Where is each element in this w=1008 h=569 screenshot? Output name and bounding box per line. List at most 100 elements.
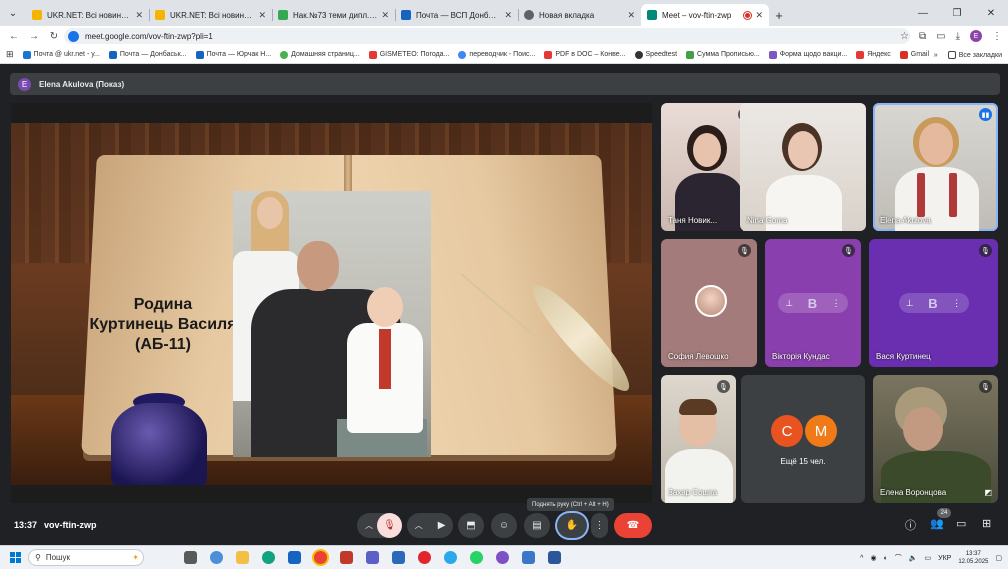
more-options-icon[interactable]: ⋮ [832,298,841,309]
language-indicator[interactable]: УКР [938,555,951,562]
widgets-icon[interactable] [210,551,223,564]
participant-avatar: М [805,415,837,447]
tray-overflow-icon[interactable]: ^ [860,555,863,562]
mic-toggle-button[interactable]: 🎙 [377,513,402,538]
more-options-icon[interactable]: ⋮ [952,298,961,309]
more-participants-tile[interactable]: С М Ещё 15 чел. [741,375,865,503]
bookmark-item[interactable]: Яндекс [856,50,891,59]
chat-icon[interactable]: ▭ [956,517,966,530]
bookmark-item[interactable]: PDF в DOC – Конве... [544,50,626,59]
bookmark-item[interactable]: Почта — Юрчак Н... [195,50,271,59]
paint-icon[interactable] [340,551,353,564]
participant-count-badge: 24 [937,508,951,518]
opera-icon[interactable] [418,551,431,564]
bookmark-item[interactable]: Speedtest [634,50,677,59]
close-tab-icon[interactable]: ✕ [258,10,266,21]
profile-avatar[interactable]: E [970,30,982,42]
bookmark-item[interactable]: Почта @ ukr.net - у... [22,50,100,59]
participant-tile[interactable]: 🎙 Елена Воронцова ◩ [873,375,998,503]
participant-tile-active-speaker[interactable]: ▮▮ Elena Akulova [873,103,998,231]
notifications-icon[interactable]: ▢ [995,554,1002,562]
close-tab-icon[interactable]: ✕ [381,10,389,21]
participant-tile[interactable]: Nina Goma [740,103,866,231]
meeting-info-icon[interactable]: ⓘ [905,517,916,533]
browser-tab[interactable]: UKR.NET: Всі новини України, ✕ [26,4,149,26]
browser-tab[interactable]: Нак.№73 теми дипл. проектів✕ [272,4,395,26]
activities-icon[interactable]: ⊞ [982,517,991,530]
bookmark-item[interactable]: Gmail [899,50,929,59]
bookmarks-overflow-icon[interactable]: » [934,52,938,59]
downloads-icon[interactable]: ⤓ [956,31,960,42]
all-bookmarks-folder[interactable]: Все закладки [947,51,1002,59]
word-icon[interactable] [548,551,561,564]
participant-tile[interactable]: 🎙 София Левошко [661,239,757,367]
close-tab-icon[interactable]: ✕ [755,10,763,21]
bookmark-item[interactable]: переводчик - Поис... [458,50,535,59]
url-input[interactable]: meet.google.com/vov-ftin-zwp?pli=1 [64,28,910,44]
shared-screen[interactable]: Родина Куртинець Василя (АБ-11) [11,103,652,503]
pin-icon[interactable]: ⊥ [906,298,914,309]
teams-icon[interactable] [366,551,379,564]
pin-icon[interactable]: ⊥ [785,298,793,309]
participant-tile[interactable]: 🎙 Захар Сошка [661,375,736,503]
present-screen-button[interactable]: ⬒ [458,513,484,538]
mic-off-icon: 🎙 [738,244,751,257]
chrome-icon[interactable] [314,551,327,564]
telegram-icon[interactable] [444,551,457,564]
reactions-button[interactable]: ☺ [491,513,517,538]
forward-icon[interactable]: → [24,31,44,42]
tray-app-icon[interactable]: ◐ [884,555,888,562]
back-icon[interactable]: ← [4,31,24,42]
browser-tab[interactable]: Почта — ВСП Донбаський агр✕ [395,4,518,26]
bookmark-star-icon[interactable]: ☆ [900,31,909,42]
video-settings-button[interactable]: ︿ ▶ [407,513,453,538]
volume-icon[interactable]: 🔈 [909,554,918,562]
whatsapp-icon[interactable] [470,551,483,564]
calculator-icon[interactable] [392,551,405,564]
tab-search-icon[interactable]: ⌄ [0,0,26,26]
bookmark-item[interactable]: Форма щодо вакци... [768,50,847,59]
minimize-icon[interactable]: — [906,0,940,26]
bookmark-item[interactable]: Домашняя страниц... [280,50,360,59]
tile-expand-icon[interactable]: ◩ [984,488,992,497]
raise-hand-button[interactable]: ✋ [557,513,587,538]
apps-grid-icon[interactable]: ⊞ [6,49,14,60]
close-tab-icon[interactable]: ✕ [627,10,635,21]
bookmark-item[interactable]: Почта — Донбаськ... [108,50,187,59]
participant-tile[interactable]: ⊥ B ⋮ 🎙 Вася Куртинец [869,239,998,367]
browser-tab-active[interactable]: Meet – vov-ftin-zwp ✕ [641,4,769,26]
close-window-icon[interactable]: ✕ [974,0,1008,26]
site-info-icon[interactable] [68,30,79,42]
captions-button[interactable]: ▤ [524,513,550,538]
close-tab-icon[interactable]: ✕ [504,10,512,21]
browser-tab[interactable]: Новая вкладка ✕ [518,4,641,26]
task-view-icon[interactable] [184,551,197,564]
bookmark-item[interactable]: GISMETEO: Погода... [368,50,449,59]
store-icon[interactable] [522,551,535,564]
restore-icon[interactable]: ❐ [940,0,974,26]
taskbar-search-input[interactable]: ⚲ Пошук ✦ [28,549,144,566]
battery-icon[interactable]: ▭ [925,554,932,562]
leave-call-button[interactable]: ☎ [614,513,652,538]
new-tab-icon[interactable]: + [769,4,789,26]
viber-icon[interactable] [496,551,509,564]
participant-tile[interactable]: ⊥ B ⋮ 🎙 Вікторія Кундас [765,239,861,367]
windows-start-icon[interactable] [10,552,21,563]
more-participants-label: Ещё 15 чел. [780,457,826,466]
extensions-icon[interactable]: ⧉ [919,31,926,42]
reload-icon[interactable]: ↻ [44,31,64,42]
browser-tab[interactable]: UKR.NET: Всі новини України, ✕ [149,4,272,26]
file-explorer-icon[interactable] [236,551,249,564]
edge-icon[interactable] [262,551,275,564]
mic-off-icon: 🎙 [979,380,992,393]
more-options-button[interactable]: ⋮ [591,513,608,538]
sidepanel-icon[interactable]: ▭ [936,31,945,42]
outlook-icon[interactable] [288,551,301,564]
taskbar-clock[interactable]: 13:37 12.05.2025 [958,550,988,566]
bookmark-item[interactable]: Сумма Прописью... [686,50,760,59]
browser-menu-icon[interactable]: ⋮ [992,31,1002,42]
people-icon[interactable]: 👥 [930,517,944,530]
network-icon[interactable]: ⌒ [895,553,902,563]
tray-app-icon[interactable]: ◉ [870,554,876,562]
close-tab-icon[interactable]: ✕ [135,10,143,21]
